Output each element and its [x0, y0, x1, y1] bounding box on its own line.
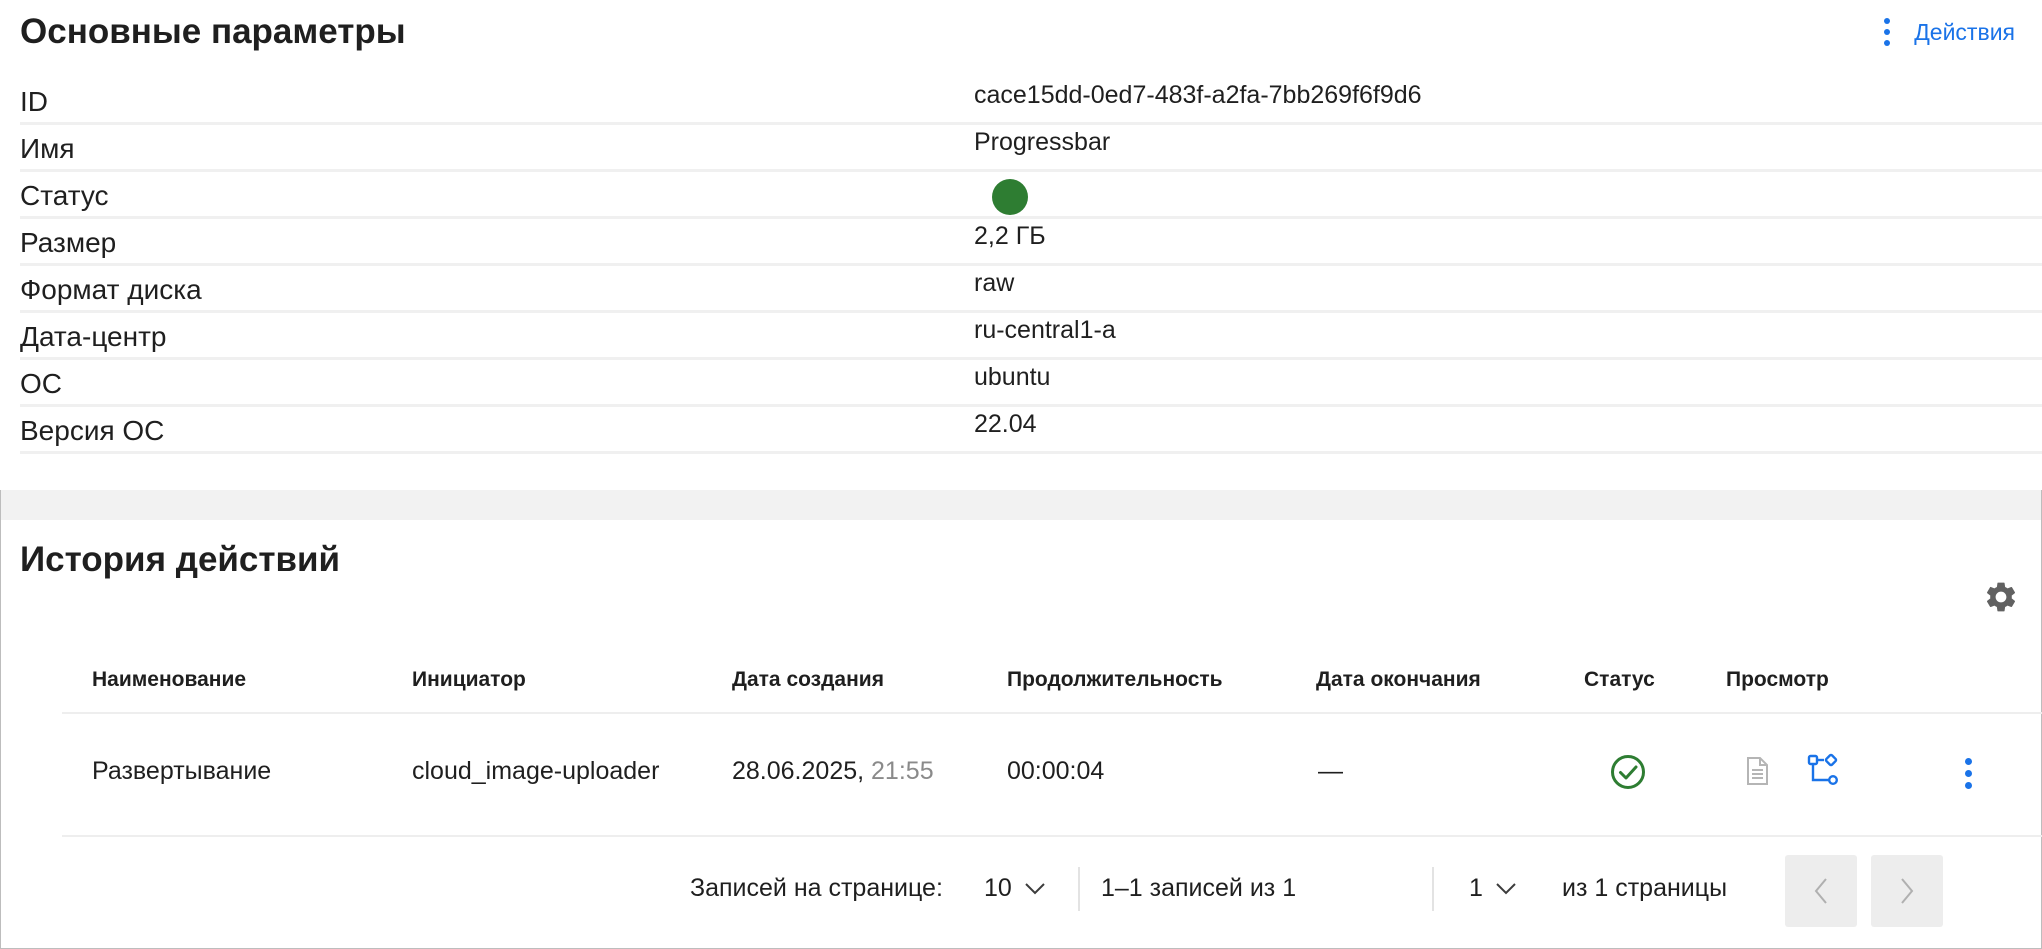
document-icon[interactable] — [1742, 755, 1772, 792]
gear-icon[interactable] — [1983, 579, 2019, 615]
param-label: Дата-центр — [20, 321, 167, 352]
param-row-size: Размер 2,2 ГБ — [20, 219, 2042, 266]
params-section: Основные параметры Действия ID cace15dd-… — [0, 0, 2042, 490]
pagination: Записей на странице: 10 1–1 записей из 1… — [0, 855, 2042, 930]
column-header-name[interactable]: Наименование — [92, 668, 246, 692]
per-page-value: 10 — [984, 874, 1012, 902]
params-title: Основные параметры — [20, 12, 406, 51]
param-row-os-version: Версия ОС 22.04 — [20, 407, 2042, 454]
param-label: Версия ОС — [20, 415, 165, 446]
prev-page-button[interactable] — [1785, 855, 1857, 927]
check-circle-icon — [1610, 754, 1646, 795]
row-actions-icon[interactable] — [1965, 758, 1972, 789]
param-label: Размер — [20, 227, 117, 258]
param-value: ubuntu — [974, 363, 1051, 391]
cell-created: 28.06.2025, 21:55 — [732, 757, 934, 786]
table-row[interactable]: Развертывание cloud_image-uploader 28.06… — [62, 714, 2042, 837]
param-value: 2,2 ГБ — [974, 222, 1046, 250]
history-title: История действий — [20, 540, 341, 579]
column-header-view: Просмотр — [1726, 668, 1829, 691]
more-vertical-icon — [1882, 18, 1892, 46]
per-page-select[interactable]: 10 — [984, 874, 1046, 903]
param-row-datacenter: Дата-центр ru-central1-a — [20, 313, 2042, 360]
table-header: Наименование Инициатор Дата создания Про… — [62, 648, 2042, 714]
param-value: ru-central1-a — [974, 316, 1116, 344]
param-label: Статус — [20, 180, 109, 211]
param-label: Формат диска — [20, 274, 202, 305]
column-header-duration[interactable]: Продолжительность — [1007, 668, 1223, 692]
param-row-disk-format: Формат диска raw — [20, 266, 2042, 313]
actions-button[interactable]: Действия — [1882, 18, 2015, 46]
param-value: 22.04 — [974, 410, 1037, 438]
cell-finished: — — [1318, 757, 1343, 785]
cell-name: Развертывание — [92, 757, 272, 785]
next-page-button[interactable] — [1871, 855, 1943, 927]
column-header-initiator[interactable]: Инициатор — [412, 668, 526, 692]
status-indicator — [992, 179, 1028, 215]
param-label: Имя — [20, 133, 75, 164]
chevron-down-icon — [1025, 882, 1045, 894]
workflow-icon[interactable] — [1806, 753, 1840, 792]
pager-separator — [1078, 867, 1080, 911]
param-row-name: Имя Progressbar — [20, 125, 2042, 172]
chevron-left-icon — [1814, 878, 1827, 904]
column-header-finished[interactable]: Дата окончания — [1316, 668, 1481, 692]
column-header-status[interactable]: Статус — [1584, 668, 1655, 692]
chevron-right-icon — [1901, 878, 1914, 904]
per-page-label: Записей на странице: — [690, 874, 943, 902]
page-select[interactable]: 1 — [1469, 874, 1517, 903]
cell-created-date: 28.06.2025, — [732, 757, 865, 785]
param-row-os: ОС ubuntu — [20, 360, 2042, 407]
chevron-down-icon — [1496, 882, 1516, 894]
cell-duration: 00:00:04 — [1007, 757, 1105, 785]
page-value: 1 — [1469, 874, 1483, 902]
param-label: ID — [20, 86, 48, 117]
history-table: Наименование Инициатор Дата создания Про… — [62, 648, 2042, 837]
pager-separator — [1432, 867, 1434, 911]
actions-label: Действия — [1914, 18, 2015, 45]
param-row-status: Статус — [20, 172, 2042, 219]
range-label: 1–1 записей из 1 — [1101, 874, 1297, 902]
param-value: raw — [974, 269, 1015, 297]
column-header-created[interactable]: Дата создания — [732, 668, 884, 692]
cell-initiator: cloud_image-uploader — [412, 757, 660, 785]
cell-created-time: 21:55 — [871, 757, 934, 785]
param-label: ОС — [20, 368, 62, 399]
section-divider — [1, 490, 2041, 520]
param-value: Progressbar — [974, 128, 1111, 156]
pages-label: из 1 страницы — [1562, 874, 1728, 902]
param-row-id: ID cace15dd-0ed7-483f-a2fa-7bb269f6f9d6 — [20, 78, 2042, 125]
param-value: cace15dd-0ed7-483f-a2fa-7bb269f6f9d6 — [974, 81, 1422, 109]
